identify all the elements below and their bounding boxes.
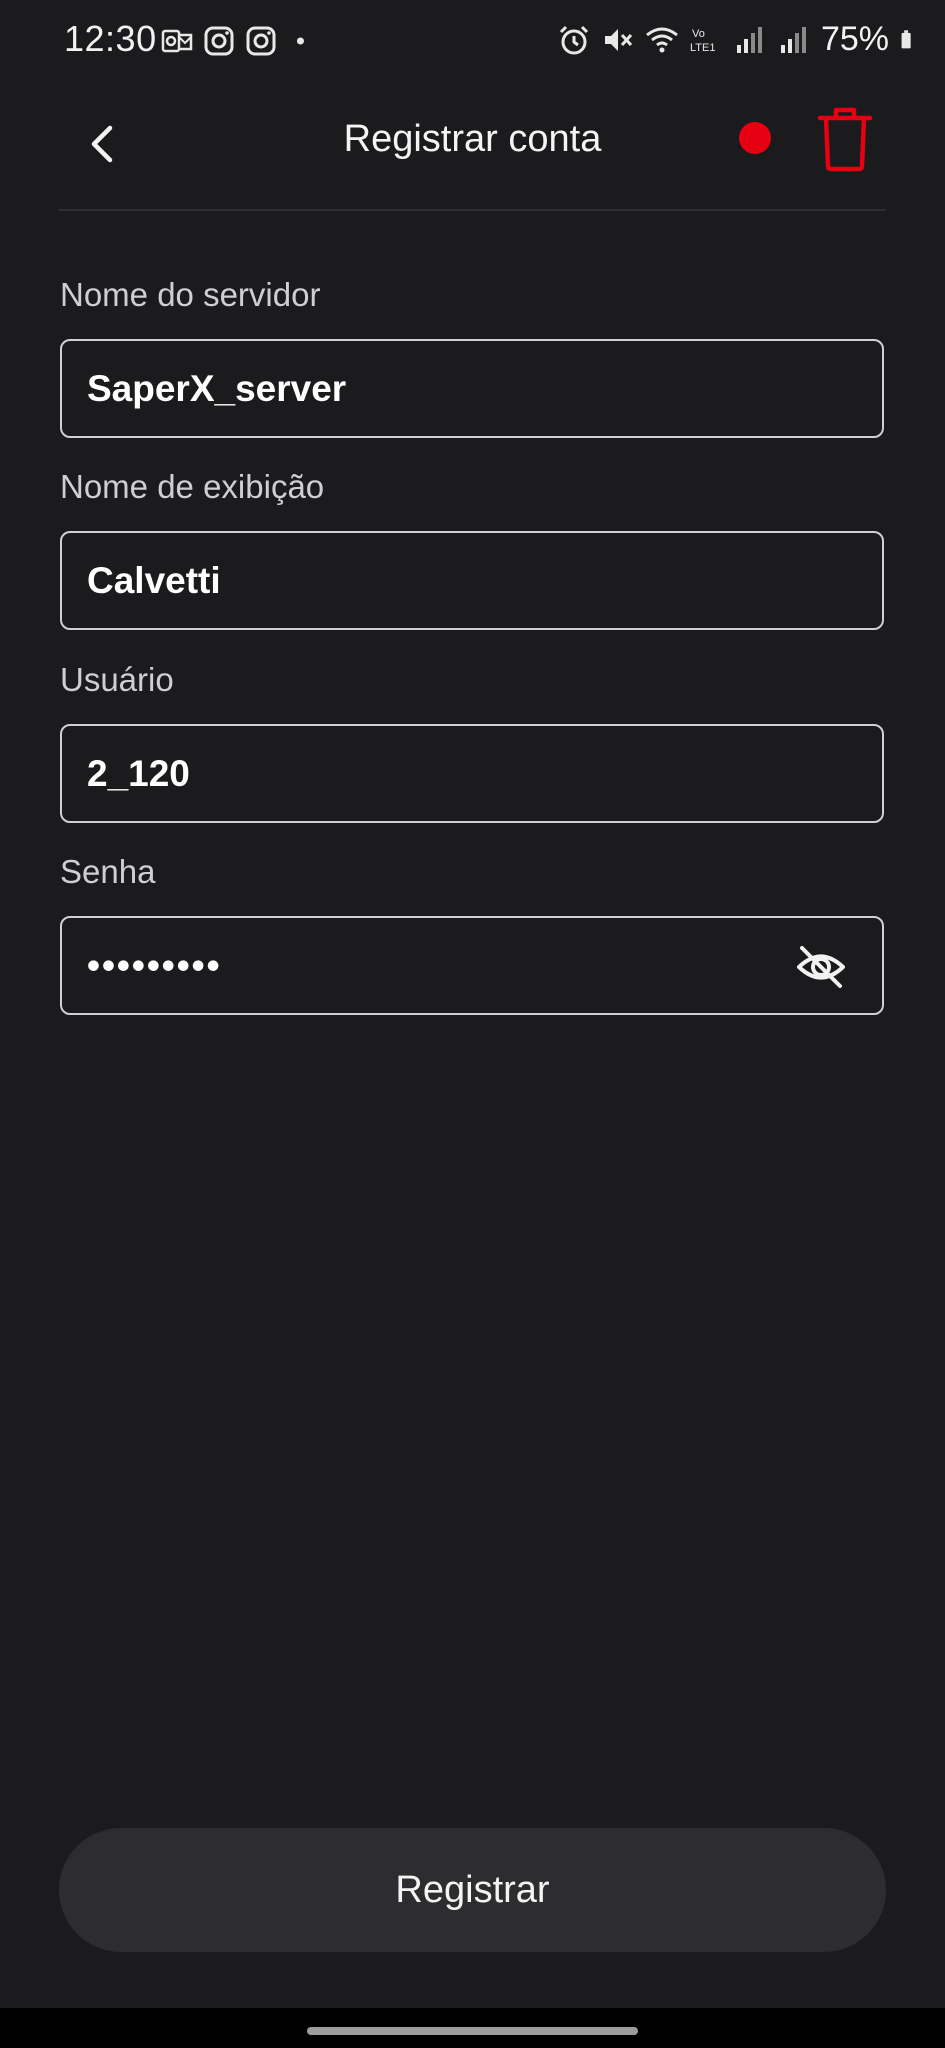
password-visibility-toggle[interactable]: [796, 942, 846, 992]
server-name-field[interactable]: [60, 339, 884, 438]
outlook-icon: [161, 29, 193, 53]
password-input[interactable]: [87, 918, 787, 1013]
mute-icon: [604, 28, 633, 51]
username-input[interactable]: [87, 726, 787, 821]
battery-percent: 75%: [820, 20, 889, 58]
header-divider: [59, 209, 886, 211]
delete-button[interactable]: [816, 106, 874, 172]
signal-icon: [736, 26, 762, 53]
register-button[interactable]: Registrar: [59, 1828, 886, 1952]
instagram-icon: [204, 26, 234, 56]
display-name-field[interactable]: [60, 531, 884, 630]
username-field[interactable]: [60, 724, 884, 823]
display-name-input[interactable]: [87, 533, 787, 628]
wifi-icon: [646, 27, 678, 52]
page-title: Registrar conta: [343, 118, 602, 160]
eye-off-icon: [797, 946, 845, 988]
svg-text:Vo: Vo: [692, 28, 705, 40]
status-time: 12:30: [64, 18, 157, 59]
status-left-icons: [160, 24, 316, 58]
password-label: Senha: [60, 853, 156, 890]
trash-icon: [817, 107, 873, 172]
password-field[interactable]: [60, 916, 884, 1015]
home-indicator[interactable]: [307, 2027, 638, 2035]
status-right-icons: Vo LTE1 75%: [557, 20, 921, 59]
username-label: Usuário: [60, 661, 174, 698]
display-name-label: Nome de exibição: [60, 468, 325, 505]
status-dot: [739, 122, 771, 154]
app-header: Registrar conta: [0, 84, 945, 210]
svg-text:LTE1: LTE1: [690, 42, 715, 54]
volte-icon: Vo LTE1: [690, 28, 715, 54]
instagram-icon: [246, 26, 276, 56]
battery-icon: [901, 29, 911, 48]
server-name-input[interactable]: [87, 341, 787, 436]
server-name-label: Nome do servidor: [60, 276, 321, 313]
notification-dot-icon: [296, 37, 304, 45]
status-bar: 12:30 Vo LTE1 75%: [0, 0, 945, 84]
alarm-icon: [559, 25, 588, 54]
signal-icon: [780, 26, 806, 53]
